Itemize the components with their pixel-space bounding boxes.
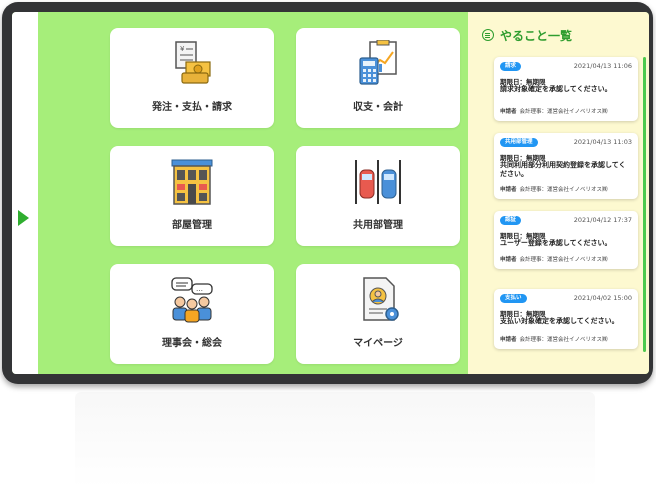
applicant-value: 会計理事：運営会社イノベリオス㈱	[519, 337, 608, 343]
category-badge: 請求	[500, 62, 522, 71]
category-badge: 支払い	[500, 294, 527, 303]
tile-label: 共用部管理	[353, 220, 403, 231]
todo-card[interactable]: 支払い 2021/04/02 15:00 期限日：無期限 支払い対象確定を承認し…	[494, 289, 638, 349]
todo-date: 2021/04/02 15:00	[573, 294, 632, 302]
applicant-label: 申請者	[500, 337, 517, 343]
side-strip	[12, 12, 38, 374]
invoice-money-icon: ¥	[175, 41, 211, 84]
list-icon	[482, 29, 494, 41]
profile-document-icon	[363, 277, 399, 321]
tile-label: 収支・会計	[353, 102, 403, 113]
main-menu: ¥ 発注・支払・請求 収支・会計 部屋管理 共用部管理 … 理事会・総会 マイペ…	[38, 12, 468, 374]
meeting-people-icon: …	[171, 277, 213, 323]
menu-tile-common-area[interactable]: 共用部管理	[296, 146, 460, 246]
apartment-building-icon	[171, 159, 213, 205]
todo-applicant: 申請者 会計理事：運営会社イノベリオス㈱	[500, 335, 608, 343]
category-badge: 共用部管理	[500, 138, 538, 147]
todo-date: 2021/04/13 11:03	[573, 138, 632, 146]
expand-arrow-icon[interactable]	[18, 210, 29, 226]
todo-panel: やること一覧 請求 2021/04/13 11:06 期限日：無期限 請求対象確…	[468, 12, 649, 374]
todo-card[interactable]: 認証 2021/04/12 17:37 期限日：無期限 ユーザー登録を承認してく…	[494, 211, 638, 269]
todo-title: やること一覧	[500, 28, 573, 43]
parking-cars-icon	[354, 160, 402, 204]
svg-text:…: …	[196, 285, 203, 293]
applicant-label: 申請者	[500, 109, 517, 115]
applicant-value: 会計理事：運営会社イノベリオス㈱	[519, 109, 608, 115]
applicant-value: 会計理事：運営会社イノベリオス㈱	[519, 257, 608, 263]
todo-message: 共同利用部分利用契約登録を承認してください。	[500, 161, 626, 178]
todo-date: 2021/04/12 17:37	[573, 216, 632, 224]
tile-label: マイページ	[353, 338, 403, 349]
tile-label: 発注・支払・請求	[152, 102, 232, 113]
device-reflection	[75, 392, 595, 488]
menu-tile-room-management[interactable]: 部屋管理	[110, 146, 274, 246]
todo-message: ユーザー登録を承認してください。	[500, 239, 612, 247]
menu-tile-board-meeting[interactable]: … 理事会・総会	[110, 264, 274, 364]
todo-date: 2021/04/13 11:06	[573, 62, 632, 70]
tile-label: 理事会・総会	[162, 338, 222, 349]
todo-message: 請求対象確定を承認してください。	[500, 85, 612, 93]
todo-applicant: 申請者 会計理事：運営会社イノベリオス㈱	[500, 185, 608, 193]
todo-applicant: 申請者 会計理事：運営会社イノベリオス㈱	[500, 255, 608, 263]
tile-label: 部屋管理	[172, 220, 212, 231]
todo-scrollbar[interactable]	[643, 57, 646, 352]
todo-card[interactable]: 請求 2021/04/13 11:06 期限日：無期限 請求対象確定を承認してく…	[494, 57, 638, 121]
calculator-chart-icon	[359, 40, 397, 85]
todo-applicant: 申請者 会計理事：運営会社イノベリオス㈱	[500, 107, 608, 115]
applicant-value: 会計理事：運営会社イノベリオス㈱	[519, 187, 608, 193]
todo-message: 支払い対象確定を承認してください。	[500, 317, 619, 325]
applicant-label: 申請者	[500, 187, 517, 193]
applicant-label: 申請者	[500, 257, 517, 263]
tablet-frame: ¥ 発注・支払・請求 収支・会計 部屋管理 共用部管理 … 理事会・総会 マイペ…	[2, 2, 653, 384]
menu-tile-order-payment-billing[interactable]: ¥ 発注・支払・請求	[110, 28, 274, 128]
category-badge: 認証	[500, 216, 522, 225]
todo-card[interactable]: 共用部管理 2021/04/13 11:03 期限日：無期限 共同利用部分利用契…	[494, 133, 638, 199]
todo-header: やること一覧	[482, 26, 572, 44]
app-screen: ¥ 発注・支払・請求 収支・会計 部屋管理 共用部管理 … 理事会・総会 マイペ…	[12, 12, 649, 374]
menu-tile-income-accounting[interactable]: 収支・会計	[296, 28, 460, 128]
menu-tile-my-page[interactable]: マイページ	[296, 264, 460, 364]
svg-text:¥: ¥	[180, 45, 185, 53]
